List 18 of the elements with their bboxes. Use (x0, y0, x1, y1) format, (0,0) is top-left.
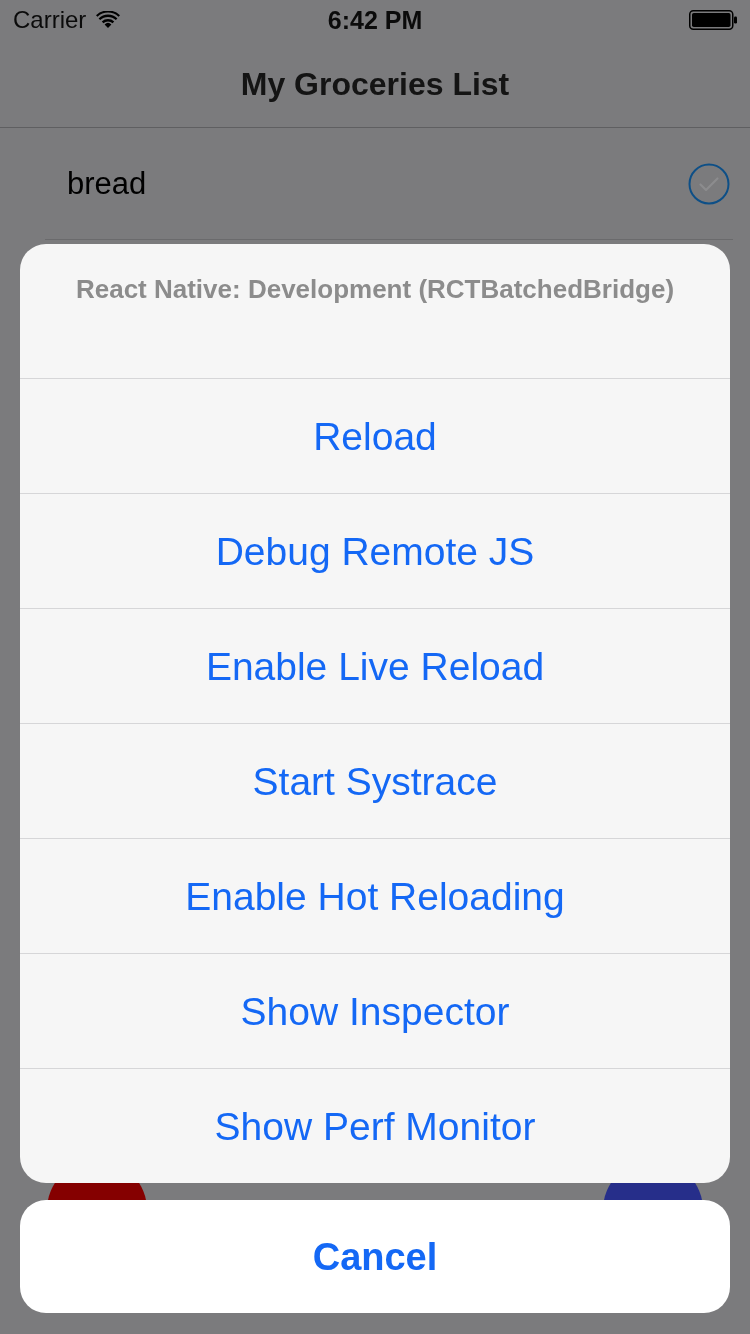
action-sheet-option[interactable]: Enable Live Reload (20, 609, 730, 724)
check-circle-icon[interactable] (688, 162, 730, 205)
grocery-item-name: bread (67, 168, 147, 199)
wifi-icon (96, 11, 121, 29)
action-sheet-option[interactable]: Start Systrace (20, 724, 730, 839)
action-sheet-option[interactable]: Show Inspector (20, 954, 730, 1069)
floating-action-button[interactable] (603, 1183, 703, 1200)
status-time: 6:42 PM (327, 7, 423, 33)
nav-title: My Groceries List (240, 67, 510, 100)
battery-icon (689, 10, 737, 30)
action-sheet-option[interactable]: Debug Remote JS (20, 494, 730, 609)
action-sheet-option[interactable]: Enable Hot Reloading (20, 839, 730, 954)
floating-action-button[interactable] (47, 1183, 147, 1200)
action-sheet-title: React Native: Development (RCTBatchedBridge) (75, 274, 675, 304)
carrier-label: Carrier (13, 8, 87, 32)
action-sheet-option[interactable]: Reload (20, 379, 730, 494)
cancel-button[interactable]: Cancel (20, 1200, 730, 1313)
action-sheet-option[interactable]: Show Perf Monitor (20, 1069, 730, 1183)
